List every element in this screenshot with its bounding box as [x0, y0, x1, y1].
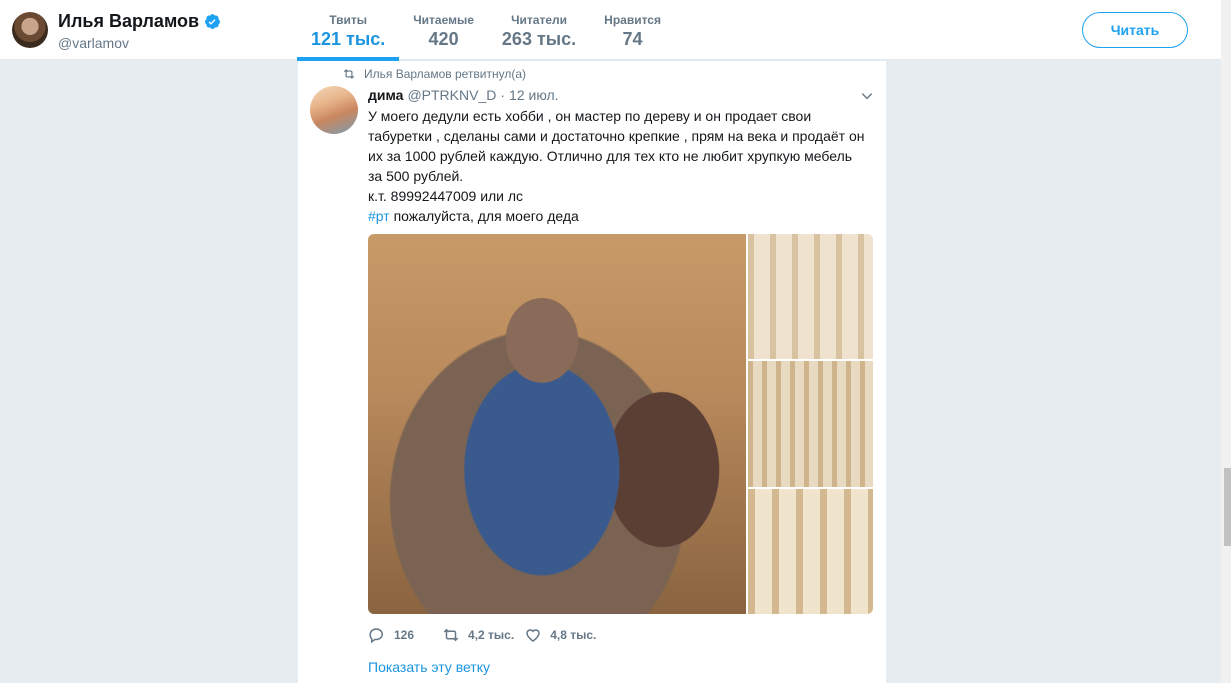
retweet-button[interactable]: 4,2 тыс.: [442, 626, 514, 644]
tweet-header: дима @PTRKNV_D · 12 июл.: [368, 87, 559, 103]
retweet-icon: [443, 628, 459, 642]
tweet-author-name[interactable]: дима: [368, 87, 403, 103]
stat-followers[interactable]: Читатели 263 тыс.: [488, 0, 590, 60]
tweet-actions: 126 4,2 тыс. 4,8 тыс.: [368, 626, 614, 644]
stat-label: Твиты: [329, 13, 367, 27]
profile-avatar[interactable]: [12, 12, 48, 48]
tweet-media-grid: [368, 234, 873, 614]
follow-button[interactable]: Читать: [1082, 12, 1188, 48]
tweet-photo-thumb[interactable]: [748, 234, 873, 359]
stat-value: 74: [622, 29, 643, 49]
heart-icon: [526, 629, 540, 642]
retweet-count: 4,2 тыс.: [468, 628, 515, 642]
tweet-photo-thumb[interactable]: [748, 361, 873, 487]
profile-stats-nav: Твиты 121 тыс. Читаемые 420 Читатели 263…: [297, 0, 675, 61]
tweet-body: У моего дедули есть хобби , он мастер по…: [368, 108, 865, 204]
like-count: 4,8 тыс.: [550, 628, 597, 642]
profile-name-text: Илья Варламов: [58, 11, 200, 31]
verified-badge-icon: [205, 14, 221, 29]
like-button[interactable]: 4,8 тыс.: [524, 626, 596, 644]
retweet-context-text[interactable]: Илья Варламов ретвитнул(а): [364, 67, 526, 81]
tweet-text: У моего дедули есть хобби , он мастер по…: [368, 106, 868, 226]
retweet-icon: [343, 69, 355, 79]
reply-button[interactable]: 126: [368, 626, 414, 644]
scrollbar-track[interactable]: [1221, 0, 1231, 683]
tweet-body-tail: пожалуйста, для моего деда: [389, 208, 579, 224]
stat-value: 263 тыс.: [501, 29, 577, 49]
tweet-separator: ·: [500, 87, 506, 103]
reply-count: 126: [394, 628, 415, 642]
stat-label: Читаемые: [413, 13, 474, 27]
show-thread-link[interactable]: Показать эту ветку: [368, 659, 490, 675]
stat-following[interactable]: Читаемые 420: [399, 0, 488, 60]
profile-handle[interactable]: @varlamov: [58, 35, 129, 51]
stat-value: 121 тыс.: [311, 29, 386, 49]
tweet-author-handle[interactable]: @PTRKNV_D: [407, 87, 496, 103]
stat-tweets[interactable]: Твиты 121 тыс.: [297, 0, 400, 61]
stat-label: Читатели: [511, 13, 567, 27]
retweet-context: Илья Варламов ретвитнул(а): [342, 67, 526, 81]
tweet-photo-main[interactable]: [368, 234, 746, 614]
tweet-date[interactable]: 12 июл.: [509, 87, 559, 103]
stat-likes[interactable]: Нравится 74: [590, 0, 675, 60]
hashtag-link[interactable]: #рт: [368, 208, 390, 224]
chevron-down-icon[interactable]: [860, 89, 874, 103]
stat-label: Нравится: [604, 13, 661, 27]
profile-header: Илья Варламов @varlamov Твиты 121 тыс. Ч…: [0, 0, 1231, 61]
tweet-card[interactable]: Илья Варламов ретвитнул(а) дима @PTRKNV_…: [298, 61, 886, 683]
scrollbar-thumb[interactable]: [1224, 468, 1231, 546]
tweet-photo-thumb[interactable]: [748, 489, 873, 614]
profile-name[interactable]: Илья Варламов: [58, 11, 221, 32]
reply-icon: [369, 628, 384, 644]
tweet-author-avatar[interactable]: [310, 86, 358, 134]
stat-value: 420: [428, 29, 459, 49]
